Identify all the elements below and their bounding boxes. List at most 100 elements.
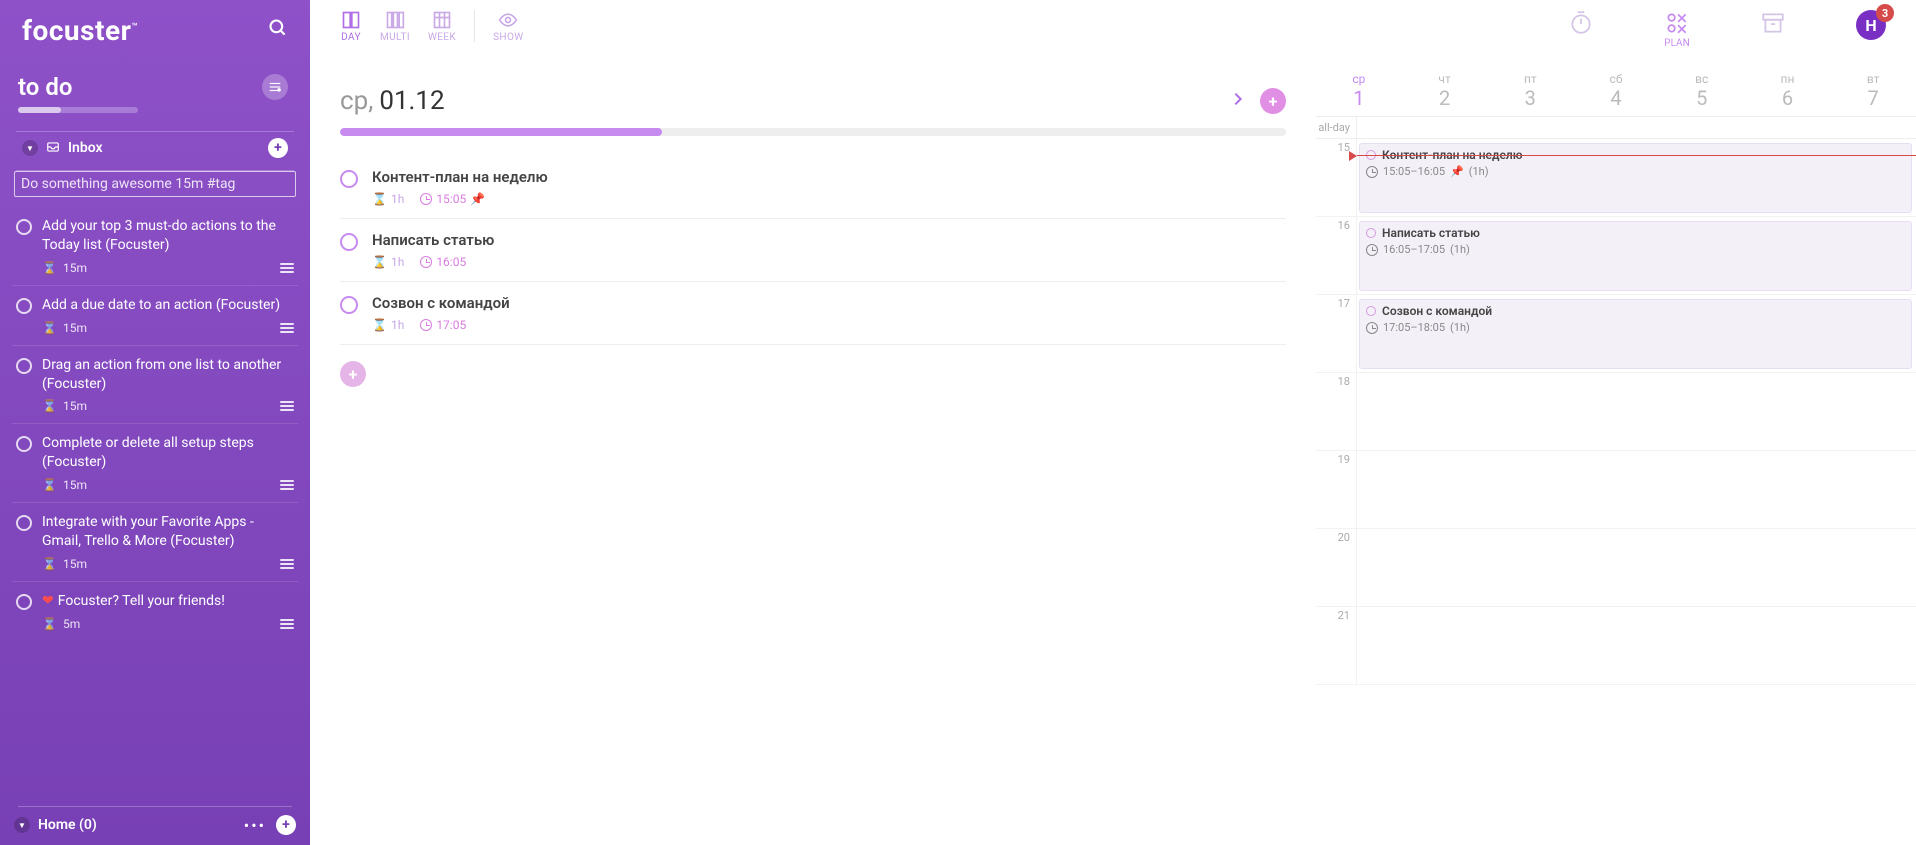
hour-label: 20: [1316, 529, 1356, 606]
todo-radio[interactable]: [16, 358, 32, 374]
week-day-number: 6: [1745, 86, 1831, 110]
event-radio[interactable]: [1366, 228, 1376, 238]
chevron-down-icon[interactable]: ▼: [14, 817, 30, 833]
todo-list: Add your top 3 must-do actions to the To…: [0, 207, 310, 796]
calendar-event[interactable]: Написать статью16:05–17:05(1h): [1359, 221, 1912, 291]
todo-radio[interactable]: [16, 515, 32, 531]
todo-radio[interactable]: [16, 594, 32, 610]
more-icon[interactable]: •••: [244, 816, 266, 835]
sidebar: focuster™ to do ▼ Inbox + Add your top 3…: [0, 0, 310, 845]
tab-show[interactable]: SHOW: [493, 10, 523, 43]
todo-item[interactable]: Drag an action from one list to another …: [12, 346, 298, 425]
add-day-task-button[interactable]: +: [1260, 88, 1286, 114]
week-day-number: 4: [1573, 86, 1659, 110]
todo-radio[interactable]: [16, 298, 32, 314]
todo-item[interactable]: ❤Focuster? Tell your friends!⌛5m: [12, 582, 298, 641]
add-home-button[interactable]: +: [276, 815, 296, 835]
todo-radio[interactable]: [16, 436, 32, 452]
event-radio[interactable]: [1366, 306, 1376, 316]
notes-icon[interactable]: [280, 323, 294, 333]
hourglass-icon: ⌛: [42, 478, 57, 492]
week-day[interactable]: вс5: [1659, 72, 1745, 110]
logo: focuster™: [22, 14, 138, 47]
hour-label: 19: [1316, 451, 1356, 528]
week-day-label: пт: [1487, 72, 1573, 86]
todo-duration: 5m: [63, 617, 80, 631]
hour-row: 17Созвон с командой17:05–18:05(1h): [1316, 295, 1916, 373]
hour-cell[interactable]: [1356, 607, 1916, 684]
archive-button[interactable]: [1760, 10, 1786, 49]
hour-cell[interactable]: [1356, 529, 1916, 606]
todo-item[interactable]: Add a due date to an action (Focuster)⌛1…: [12, 286, 298, 346]
add-task-inline-button[interactable]: +: [340, 361, 366, 387]
hour-cell[interactable]: [1356, 451, 1916, 528]
task-duration: 1h: [391, 255, 404, 269]
week-day[interactable]: пт3: [1487, 72, 1573, 110]
task-radio[interactable]: [340, 233, 358, 251]
hour-cell[interactable]: Контент-план на неделю15:05–16:05📌(1h): [1356, 139, 1916, 216]
todo-item[interactable]: Integrate with your Favorite Apps - Gmai…: [12, 503, 298, 582]
clock-icon: [420, 319, 432, 331]
week-day[interactable]: ср1: [1316, 72, 1402, 110]
hour-cell[interactable]: [1356, 373, 1916, 450]
task-row[interactable]: Контент-план на неделю⌛1h15:05 📌: [340, 156, 1286, 219]
heart-icon: ❤: [42, 593, 54, 609]
week-day[interactable]: пн6: [1745, 72, 1831, 110]
now-marker-icon: [1349, 151, 1357, 161]
event-title: Написать статью: [1382, 226, 1480, 240]
week-day[interactable]: сб4: [1573, 72, 1659, 110]
hourglass-icon: ⌛: [42, 557, 57, 571]
notes-icon[interactable]: [280, 480, 294, 490]
hour-cell[interactable]: Написать статью16:05–17:05(1h): [1356, 217, 1916, 294]
search-icon[interactable]: [268, 18, 288, 43]
hourglass-icon: ⌛: [42, 321, 57, 335]
todo-radio[interactable]: [16, 219, 32, 235]
timer-button[interactable]: [1568, 10, 1594, 49]
todo-duration: 15m: [63, 478, 87, 492]
week-day-number: 3: [1487, 86, 1573, 110]
calendar-event[interactable]: Контент-план на неделю15:05–16:05📌(1h): [1359, 143, 1912, 213]
new-todo-input[interactable]: [14, 171, 296, 197]
task-row[interactable]: Созвон с командой⌛1h17:05: [340, 282, 1286, 345]
hour-cell[interactable]: Созвон с командой17:05–18:05(1h): [1356, 295, 1916, 372]
todo-item[interactable]: Complete or delete all setup steps (Focu…: [12, 424, 298, 503]
todo-item[interactable]: Add your top 3 must-do actions to the To…: [12, 207, 298, 286]
notes-icon[interactable]: [280, 619, 294, 629]
week-day-number: 2: [1402, 86, 1488, 110]
hour-row: 20: [1316, 529, 1916, 607]
avatar[interactable]: H 3: [1856, 10, 1886, 40]
task-duration: 1h: [391, 192, 404, 206]
week-day[interactable]: чт2: [1402, 72, 1488, 110]
week-header: ср1чт2пт3сб4вс5пн6вт7: [1316, 56, 1916, 117]
task-radio[interactable]: [340, 170, 358, 188]
week-day-number: 7: [1830, 86, 1916, 110]
clock-icon: [420, 256, 432, 268]
calendar-event[interactable]: Созвон с командой17:05–18:05(1h): [1359, 299, 1912, 369]
notes-icon[interactable]: [280, 263, 294, 273]
week-day[interactable]: вт7: [1830, 72, 1916, 110]
tab-multi[interactable]: MULTI: [380, 10, 410, 43]
hourglass-icon: ⌛: [42, 261, 57, 275]
calendar-body[interactable]: 15Контент-план на неделю15:05–16:05📌(1h)…: [1316, 139, 1916, 845]
notes-icon[interactable]: [280, 401, 294, 411]
hour-row: 21: [1316, 607, 1916, 685]
sidebar-settings-button[interactable]: [262, 74, 288, 100]
plan-button[interactable]: PLAN: [1664, 10, 1690, 49]
notes-icon[interactable]: [280, 559, 294, 569]
todo-text: Complete or delete all setup steps (Focu…: [42, 434, 294, 472]
task-radio[interactable]: [340, 296, 358, 314]
clock-icon: [1366, 244, 1378, 256]
tab-day[interactable]: DAY: [340, 10, 362, 43]
week-day-number: 1: [1316, 86, 1402, 110]
task-title: Написать статью: [372, 231, 1286, 249]
hour-label: 17: [1316, 295, 1356, 372]
chevron-down-icon[interactable]: ▼: [22, 140, 38, 156]
week-day-label: ср: [1316, 72, 1402, 86]
hour-label: 21: [1316, 607, 1356, 684]
tab-week[interactable]: WEEK: [428, 10, 456, 43]
add-inbox-button[interactable]: +: [268, 138, 288, 158]
notification-badge: 3: [1876, 4, 1894, 22]
allday-row: all-day: [1316, 117, 1916, 139]
next-day-button[interactable]: [1230, 91, 1246, 112]
task-row[interactable]: Написать статью⌛1h16:05: [340, 219, 1286, 282]
